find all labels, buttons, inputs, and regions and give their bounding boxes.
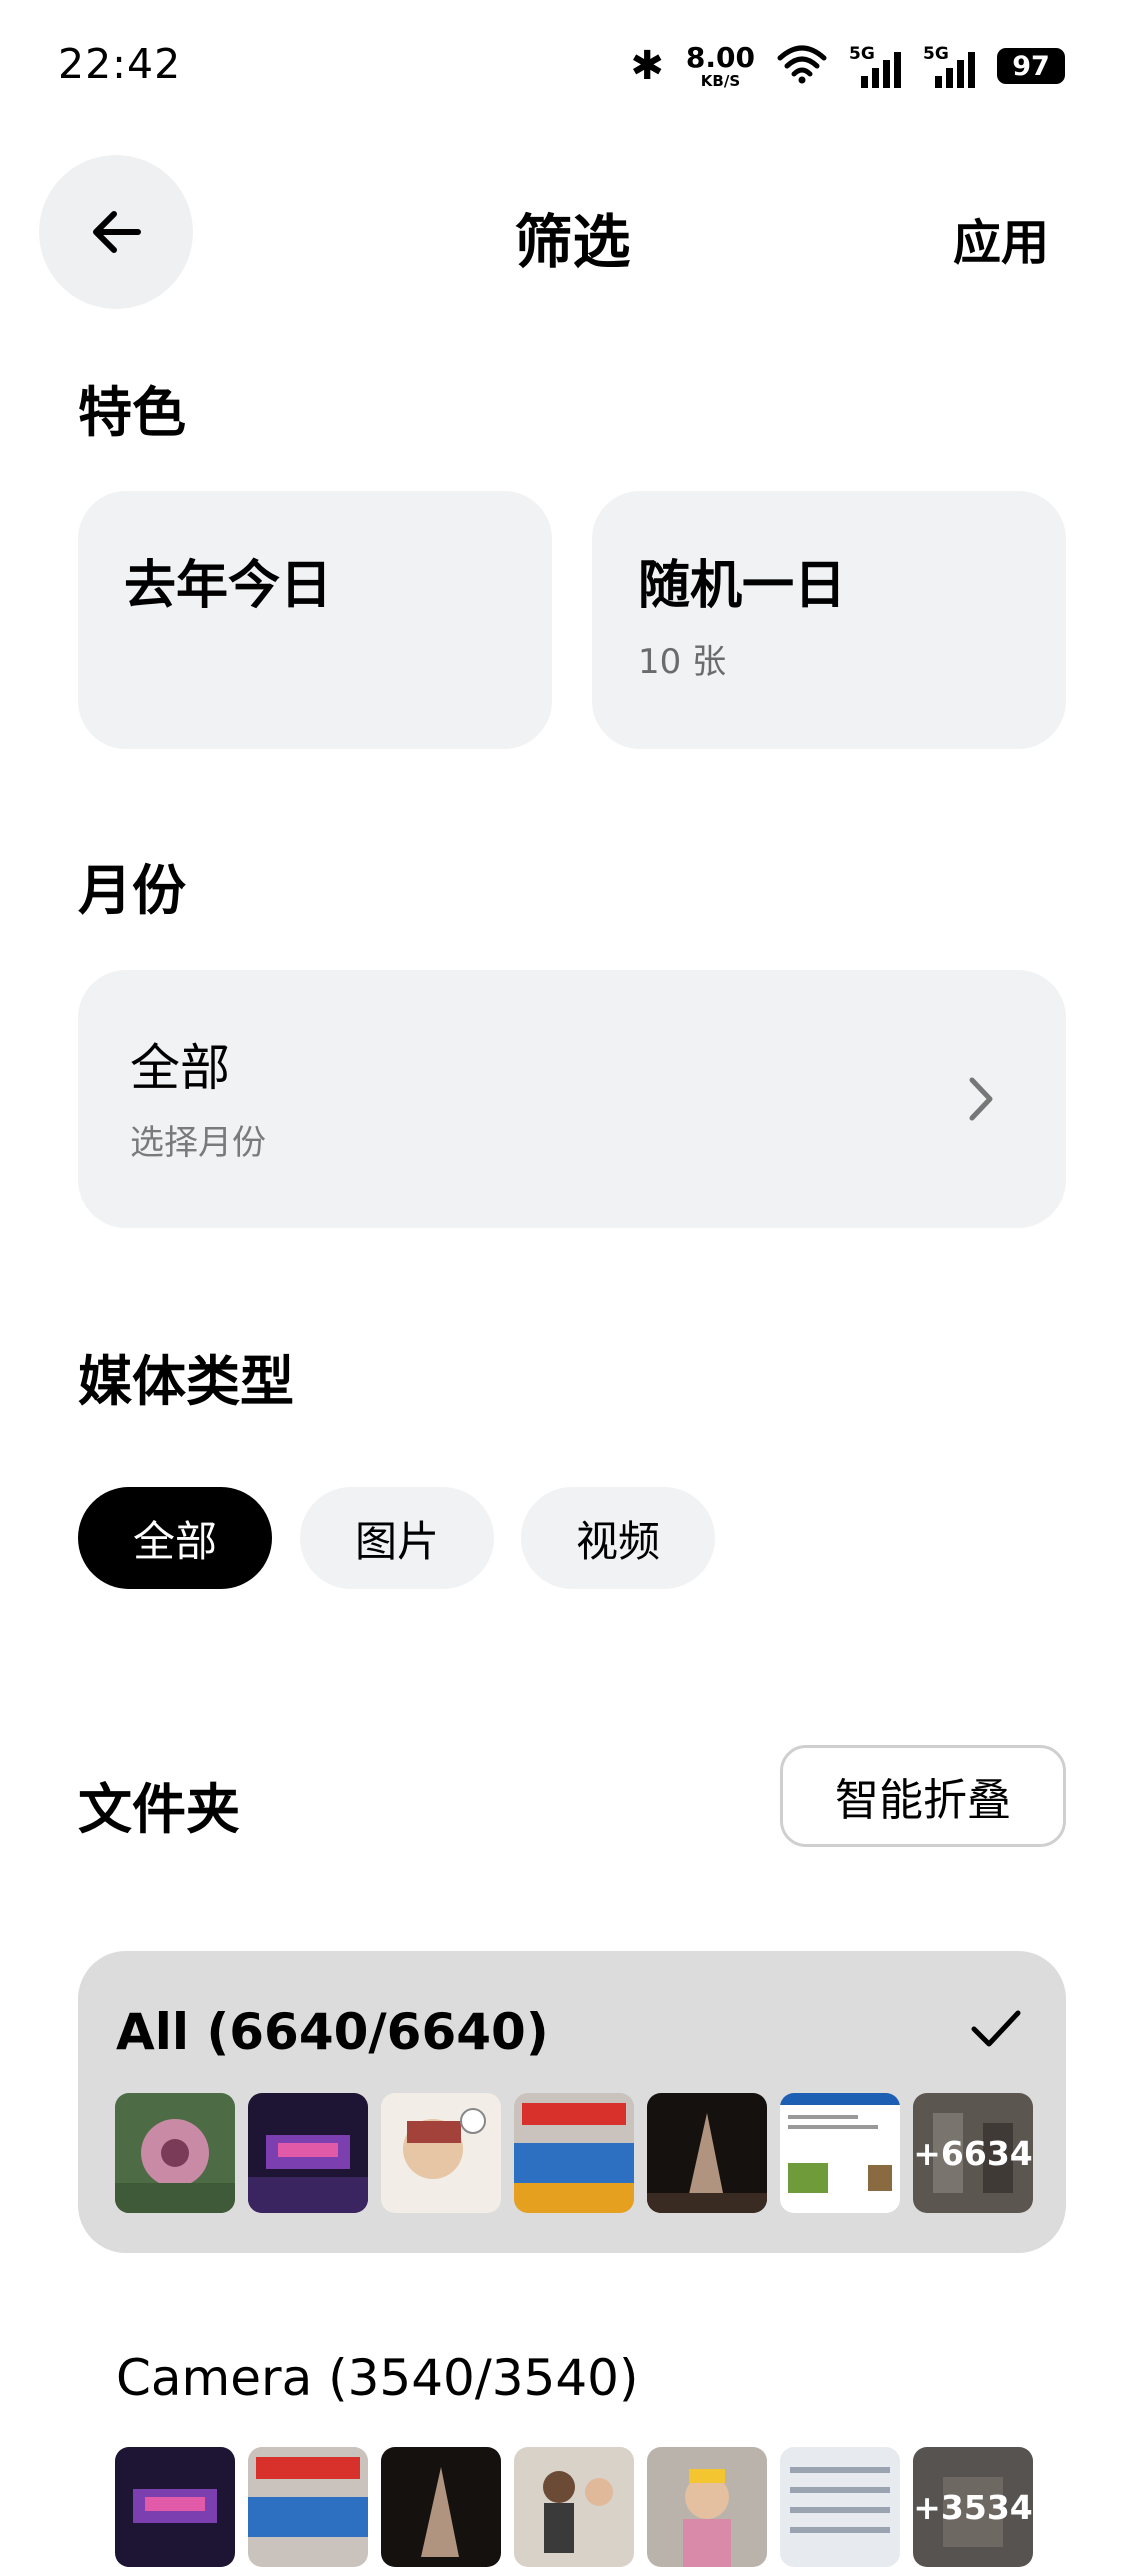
photo-thumbnail[interactable]	[381, 2093, 501, 2213]
card-title: 随机一日	[638, 556, 847, 616]
month-hint: 选择月份	[130, 1123, 266, 1163]
status-bar: 22:42 ✱ 8.00 KB/S 5G 5G 97	[0, 0, 1145, 130]
folder-title: All (6640/6640)	[116, 2003, 549, 2061]
network-speed-value: 8.00	[685, 40, 755, 74]
featured-heading: 特色	[78, 381, 186, 444]
folder-thumbnails: +6634	[115, 2093, 1033, 2213]
folder-camera-card[interactable]: Camera (3540/3540) +3534	[78, 2325, 1066, 2567]
photo-thumbnail[interactable]	[248, 2093, 368, 2213]
folder-thumbnails: +3534	[115, 2447, 1033, 2567]
photo-thumbnail[interactable]	[780, 2447, 900, 2567]
bluetooth-icon: ✱	[630, 43, 664, 89]
photo-thumbnail[interactable]	[381, 2447, 501, 2567]
battery-icon: 97	[997, 48, 1065, 84]
more-photos-count: +3534	[913, 2487, 1033, 2527]
random-day-card[interactable]: 随机一日 10 张	[592, 491, 1066, 749]
battery-level: 97	[1012, 50, 1050, 82]
network-speed-unit: KB/S	[700, 71, 741, 90]
photo-thumbnail[interactable]	[647, 2093, 767, 2213]
check-icon	[971, 2010, 1021, 2047]
more-photos-thumbnail[interactable]: +3534	[913, 2447, 1033, 2567]
photo-thumbnail[interactable]	[248, 2447, 368, 2567]
month-heading: 月份	[78, 859, 186, 922]
smart-fold-button[interactable]: 智能折叠	[780, 1745, 1066, 1847]
folders-heading: 文件夹	[78, 1778, 240, 1841]
photo-thumbnail[interactable]	[514, 2447, 634, 2567]
photo-thumbnail[interactable]	[780, 2093, 900, 2213]
media-type-image-chip[interactable]: 图片	[300, 1487, 494, 1589]
card-count: 10 张	[638, 642, 727, 682]
photo-thumbnail[interactable]	[514, 2093, 634, 2213]
photo-thumbnail[interactable]	[115, 2447, 235, 2567]
card-title: 去年今日	[124, 556, 333, 616]
media-type-all-chip[interactable]: 全部	[78, 1487, 272, 1589]
network-speed: 8.00 KB/S	[685, 40, 755, 90]
media-type-video-chip[interactable]: 视频	[521, 1487, 715, 1589]
status-icons: ✱ 8.00 KB/S 5G 5G 97	[630, 40, 1065, 90]
on-this-day-card[interactable]: 去年今日	[78, 491, 552, 749]
more-photos-thumbnail[interactable]: +6634	[913, 2093, 1033, 2213]
signal-icon: 5G	[923, 44, 975, 88]
apply-button[interactable]: 应用	[953, 203, 1049, 273]
wifi-icon	[777, 44, 827, 88]
photo-thumbnail[interactable]	[647, 2447, 767, 2567]
folder-all-card[interactable]: All (6640/6640) +6634	[78, 1951, 1066, 2253]
month-selector[interactable]: 全部 选择月份	[78, 970, 1066, 1228]
month-value: 全部	[130, 1039, 230, 1097]
status-time: 22:42	[58, 40, 182, 88]
chevron-right-icon	[969, 1077, 993, 1121]
media-type-heading: 媒体类型	[78, 1350, 294, 1413]
more-photos-count: +6634	[913, 2133, 1033, 2173]
photo-thumbnail[interactable]	[115, 2093, 235, 2213]
folder-title: Camera (3540/3540)	[116, 2349, 639, 2407]
signal-icon: 5G	[849, 44, 901, 88]
